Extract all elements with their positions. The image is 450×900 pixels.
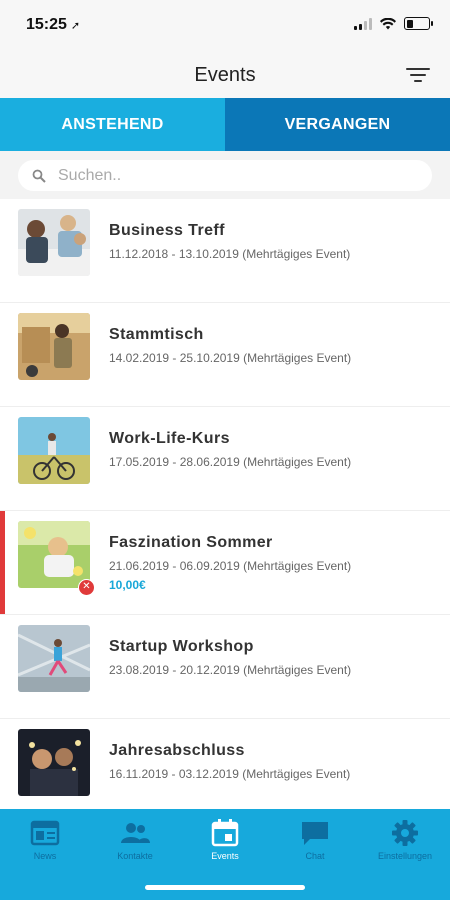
event-thumbnail xyxy=(18,625,90,692)
filter-button[interactable] xyxy=(406,65,430,85)
search-icon xyxy=(32,169,46,183)
nav-news[interactable]: News xyxy=(0,819,90,861)
navigation-bar: Events xyxy=(0,50,450,98)
event-price: 10,00€ xyxy=(109,578,146,592)
chat-icon xyxy=(302,822,328,845)
event-dates: 21.06.2019 - 06.09.2019 (Mehrtägiges Eve… xyxy=(109,559,352,573)
event-dates: 14.02.2019 - 25.10.2019 (Mehrtägiges Eve… xyxy=(109,351,352,365)
event-row-jahresabschluss[interactable]: Jahresabschluss 16.11.2019 - 03.12.2019 … xyxy=(0,719,450,823)
calendar-icon xyxy=(211,819,239,847)
gear-icon xyxy=(392,820,418,846)
event-row-faszination-sommer[interactable]: ✕ Faszination Sommer 21.06.2019 - 06.09.… xyxy=(0,511,450,615)
nav-label: Events xyxy=(211,851,239,861)
event-dates: 17.05.2019 - 28.06.2019 (Mehrtägiges Eve… xyxy=(109,455,352,469)
search-bar xyxy=(0,151,450,199)
event-thumbnail xyxy=(18,209,90,276)
tab-upcoming[interactable]: ANSTEHEND xyxy=(0,98,225,151)
cancelled-icon: ✕ xyxy=(78,579,95,596)
signal-icon xyxy=(354,17,372,30)
battery-icon xyxy=(404,17,433,30)
contacts-icon xyxy=(121,823,150,843)
nav-settings[interactable]: Einstellungen xyxy=(360,819,450,861)
event-title: Startup Workshop xyxy=(109,638,254,655)
nav-label: Kontakte xyxy=(117,851,153,861)
page-title: Events xyxy=(194,64,256,86)
nav-contacts[interactable]: Kontakte xyxy=(90,819,180,861)
location-icon: ➚ xyxy=(70,20,81,32)
event-list: Business Treff 11.12.2018 - 13.10.2019 (… xyxy=(0,199,450,823)
status-bar: 15:25 ➚ xyxy=(0,0,450,50)
event-title: Faszination Sommer xyxy=(109,534,273,551)
event-tabs: ANSTEHEND VERGANGEN xyxy=(0,98,450,151)
nav-label: Chat xyxy=(305,851,325,861)
nav-events[interactable]: Events xyxy=(180,819,270,861)
event-row-stammtisch[interactable]: Stammtisch 14.02.2019 - 25.10.2019 (Mehr… xyxy=(0,303,450,407)
event-dates: 16.11.2019 - 03.12.2019 (Mehrtägiges Eve… xyxy=(109,767,351,781)
event-thumbnail xyxy=(18,417,90,484)
status-time: 15:25 ➚ xyxy=(26,16,80,34)
nav-label: Einstellungen xyxy=(377,851,433,861)
event-dates: 23.08.2019 - 20.12.2019 (Mehrtägiges Eve… xyxy=(109,663,352,677)
search-input[interactable] xyxy=(58,166,358,185)
event-title: Jahresabschluss xyxy=(109,742,245,759)
event-thumbnail xyxy=(18,729,90,796)
event-title: Business Treff xyxy=(109,222,225,239)
event-thumbnail xyxy=(18,521,90,588)
event-row-business-treff[interactable]: Business Treff 11.12.2018 - 13.10.2019 (… xyxy=(0,199,450,303)
wifi-icon xyxy=(380,17,396,29)
event-dates: 11.12.2018 - 13.10.2019 (Mehrtägiges Eve… xyxy=(109,247,351,261)
clock: 15:25 xyxy=(26,16,67,33)
filter-icon xyxy=(406,68,430,70)
nav-chat[interactable]: Chat xyxy=(270,819,360,861)
tab-past[interactable]: VERGANGEN xyxy=(225,98,450,151)
event-title: Stammtisch xyxy=(109,326,204,343)
newspaper-icon xyxy=(30,820,60,846)
event-row-work-life-kurs[interactable]: Work-Life-Kurs 17.05.2019 - 28.06.2019 (… xyxy=(0,407,450,511)
status-icons xyxy=(354,17,433,30)
event-title: Work-Life-Kurs xyxy=(109,430,230,447)
search-box[interactable] xyxy=(18,160,432,191)
home-indicator[interactable] xyxy=(145,885,305,890)
event-row-startup-workshop[interactable]: Startup Workshop 23.08.2019 - 20.12.2019… xyxy=(0,615,450,719)
nav-label: News xyxy=(33,851,57,861)
event-thumbnail xyxy=(18,313,90,380)
